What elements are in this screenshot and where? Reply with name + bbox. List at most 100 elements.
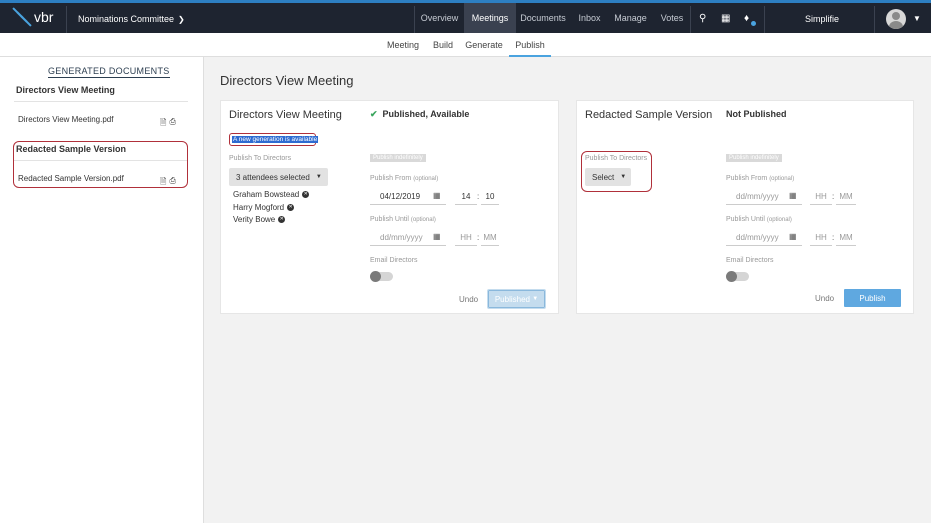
attendee-item: Verity Bowe ✕ — [233, 215, 286, 224]
committee-name: Nominations Committee — [78, 14, 175, 24]
attendee-item: Harry Mogford ✕ — [233, 203, 295, 212]
search-icon[interactable]: ⚲ — [699, 13, 706, 24]
user-name[interactable]: Simplifie — [805, 14, 839, 24]
document-icon[interactable]: 🗎 — [160, 117, 166, 131]
dropdown-value: 3 attendees selected — [236, 172, 310, 182]
nav-documents[interactable]: Documents — [517, 3, 569, 33]
calendar-icon[interactable]: ▦ — [721, 13, 730, 24]
divider — [874, 6, 875, 33]
label-text: Publish Until — [370, 216, 409, 223]
attendee-name: Verity Bowe — [233, 215, 276, 224]
divider — [14, 101, 188, 102]
nav-overview[interactable]: Overview — [416, 3, 463, 33]
tab-publish[interactable]: Publish — [509, 33, 551, 57]
calendar-icon[interactable]: ▦ — [789, 232, 797, 241]
field-label: Email Directors — [370, 257, 418, 264]
committee-selector[interactable]: Nominations Committee ❯ — [78, 14, 185, 24]
publish-button[interactable]: Publish — [844, 289, 901, 307]
page-title: Directors View Meeting — [220, 73, 354, 88]
attendee-name: Graham Bowstead — [233, 190, 300, 199]
card-title: Redacted Sample Version — [585, 109, 713, 121]
field-label: Email Directors — [726, 257, 774, 264]
time-separator: : — [832, 233, 835, 242]
field-label: Publish Until (optional) — [370, 216, 436, 223]
doc-file-actions: 🗎 ⎙ — [160, 117, 176, 131]
card-title: Directors View Meeting — [229, 109, 342, 121]
optional-text: (optional) — [769, 176, 795, 182]
email-directors-toggle[interactable] — [726, 271, 749, 282]
publish-from-minute[interactable]: MM — [836, 189, 856, 205]
label-text: Publish From — [726, 175, 768, 182]
sub-navigation: Meeting Build Generate Publish — [0, 33, 931, 57]
button-label: Published — [494, 294, 530, 304]
caret-down-icon[interactable]: ▼ — [913, 14, 921, 23]
field-label: Publish From (optional) — [370, 175, 438, 182]
highlight-annotation — [13, 141, 188, 188]
publish-until-hour[interactable]: HH — [810, 230, 832, 246]
attendees-dropdown[interactable]: 3 attendees selected ▼ — [229, 168, 328, 186]
time-separator: : — [832, 192, 835, 201]
divider — [66, 6, 67, 33]
nav-inbox[interactable]: Inbox — [574, 3, 605, 33]
field-label: Publish From (optional) — [726, 175, 794, 182]
calendar-icon[interactable]: ▦ — [433, 232, 441, 241]
nav-votes[interactable]: Votes — [656, 3, 688, 33]
email-directors-toggle[interactable] — [370, 271, 393, 282]
undo-button[interactable]: Undo — [459, 295, 478, 304]
remove-icon[interactable]: ✕ — [287, 204, 295, 211]
logo-icon — [11, 7, 32, 27]
nav-meetings[interactable]: Meetings — [464, 3, 516, 33]
divider — [690, 6, 691, 33]
tab-meeting[interactable]: Meeting — [383, 33, 423, 57]
publish-from-minute[interactable]: 10 — [481, 189, 499, 205]
publish-status: Not Published — [726, 109, 787, 119]
notification-dot — [751, 21, 756, 26]
undo-button[interactable]: Undo — [815, 294, 834, 303]
publish-until-hour[interactable]: HH — [455, 230, 477, 246]
publish-from-hour[interactable]: 14 — [455, 189, 477, 205]
attendee-item: Graham Bowstead ✕ — [233, 190, 310, 199]
divider — [764, 6, 765, 33]
calendar-icon[interactable]: ▦ — [433, 191, 441, 200]
remove-icon[interactable]: ✕ — [302, 191, 310, 198]
field-label: Publish Until (optional) — [726, 216, 792, 223]
bell-icon[interactable]: ♦ — [744, 13, 749, 24]
tab-build[interactable]: Build — [428, 33, 458, 57]
optional-text: (optional) — [413, 176, 439, 182]
publish-from-hour[interactable]: HH — [810, 189, 832, 205]
published-button[interactable]: Published ▼ — [487, 289, 546, 309]
optional-text: (optional) — [766, 217, 792, 223]
doc-file-link[interactable]: Directors View Meeting.pdf — [18, 115, 113, 124]
publish-status: ✔ Published, Available — [370, 109, 469, 120]
remove-icon[interactable]: ✕ — [278, 216, 286, 223]
time-separator: : — [477, 233, 480, 242]
new-generation-banner[interactable]: A new generation is available — [229, 133, 319, 146]
tab-generate[interactable]: Generate — [463, 33, 505, 57]
field-label: Publish To Directors — [229, 155, 292, 162]
caret-down-icon: ▼ — [532, 296, 539, 302]
publish-indefinitely-chip[interactable]: Publish indefinitely — [726, 154, 782, 162]
app-logo[interactable]: vbr — [11, 7, 54, 27]
publish-card — [576, 100, 914, 314]
attendee-name: Harry Mogford — [233, 203, 285, 212]
chevron-down-icon: ❯ — [178, 14, 185, 24]
logo-text: vbr — [34, 9, 54, 25]
optional-text: (optional) — [410, 217, 436, 223]
generated-documents-sidebar: GENERATED DOCUMENTS Directors View Meeti… — [0, 57, 204, 523]
publish-indefinitely-chip[interactable]: Publish indefinitely — [370, 154, 426, 162]
check-icon: ✔ — [370, 109, 378, 119]
avatar[interactable] — [886, 9, 906, 29]
caret-down-icon: ▼ — [315, 174, 322, 180]
label-text: Publish From — [370, 175, 412, 182]
print-icon[interactable]: ⎙ — [169, 117, 175, 131]
doc-group-title: Directors View Meeting — [16, 85, 115, 95]
sidebar-title: GENERATED DOCUMENTS — [48, 66, 170, 78]
publish-until-minute[interactable]: MM — [836, 230, 856, 246]
status-text: Published, Available — [382, 109, 470, 119]
publish-until-minute[interactable]: MM — [481, 230, 499, 246]
calendar-icon[interactable]: ▦ — [789, 191, 797, 200]
label-text: Publish Until — [726, 216, 765, 223]
nav-manage[interactable]: Manage — [610, 3, 651, 33]
top-navbar: vbr Nominations Committee ❯ Overview Mee… — [0, 0, 931, 33]
divider — [414, 6, 415, 33]
